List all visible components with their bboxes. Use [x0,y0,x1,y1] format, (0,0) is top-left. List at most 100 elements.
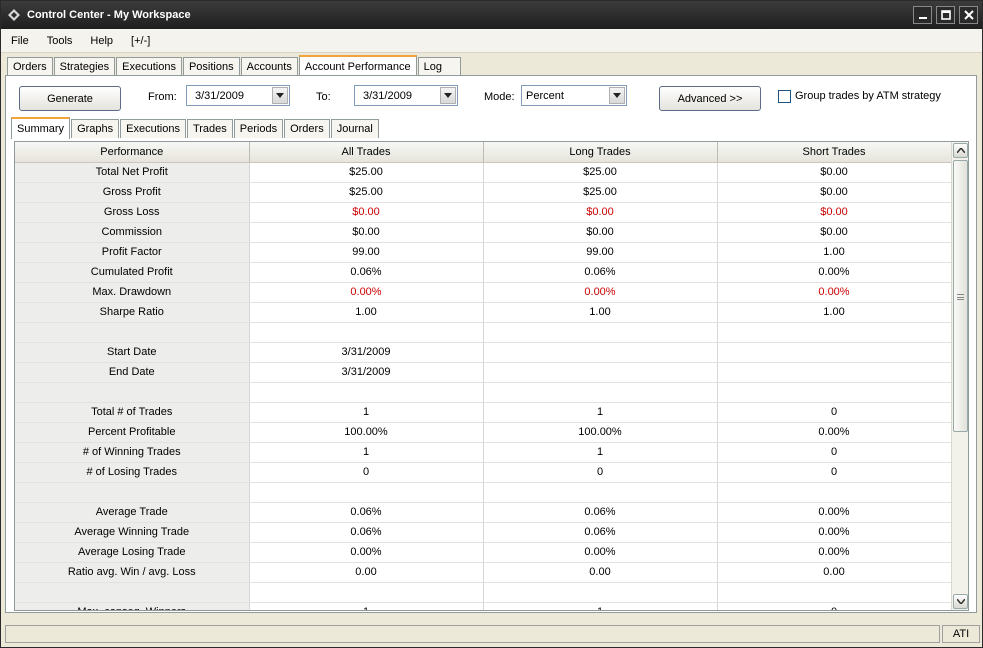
table-cell: $0.00 [717,202,952,223]
table-cell [717,482,952,503]
table-cell: $0.00 [249,202,484,223]
column-header[interactable]: Performance [15,142,250,163]
chevron-down-icon[interactable] [440,87,456,104]
tab-executions[interactable]: Executions [116,57,182,76]
row-label: Average Trade [15,502,250,523]
table-cell: 0 [717,602,952,610]
table-row: Sharpe Ratio 1.00 1.00 1.00 [15,302,952,323]
table-cell: 0.06% [483,502,718,523]
row-label: End Date [15,362,250,383]
table-row: End Date 3/31/2009 [15,362,952,383]
tab-journal[interactable]: Journal [330,119,379,138]
row-label: Total # of Trades [15,402,250,423]
table-row: # of Winning Trades 1 1 0 [15,442,952,463]
row-label: # of Losing Trades [15,462,250,483]
table-cell: 0.06% [249,262,484,283]
scroll-thumb[interactable] [953,160,968,432]
table-cell [717,382,952,403]
tab-log[interactable]: Log [417,57,461,76]
table-cell: $25.00 [483,182,718,203]
table-row: Start Date 3/31/2009 [15,342,952,363]
table-cell: 100.00% [483,422,718,443]
menu-tools[interactable]: Tools [39,35,81,47]
table-cell: 0 [483,462,718,483]
table-row: # of Losing Trades 0 0 0 [15,462,952,483]
maximize-icon [940,10,951,20]
row-label: Sharpe Ratio [15,302,250,323]
tab-account-performance[interactable]: Account Performance [298,55,417,77]
control-center-window: Control Center - My Workspace File Tools… [0,0,983,648]
table-cell: 100.00% [249,422,484,443]
connection-status: ATI [942,625,980,643]
table-cell: 0.00 [483,562,718,583]
close-button[interactable] [959,6,978,24]
tab-positions[interactable]: Positions [182,57,240,76]
group-trades-checkbox[interactable] [778,90,791,103]
table-cell: 0 [717,462,952,483]
tab-accounts[interactable]: Accounts [240,57,298,76]
table-cell: 1 [483,442,718,463]
to-date-value: 3/31/2009 [363,89,412,102]
row-label: Gross Profit [15,182,250,203]
tab-executions-sub[interactable]: Executions [120,119,186,138]
tab-summary[interactable]: Summary [11,117,71,139]
table-cell: 0.00% [717,542,952,563]
table-cell: 0.06% [249,522,484,543]
table-cell: 1 [249,442,484,463]
table-cell [483,342,718,363]
table-cell [483,362,718,383]
table-cell: 0.00% [249,282,484,303]
row-label: Average Losing Trade [15,542,250,563]
table-cell: $0.00 [249,222,484,243]
scroll-up-button[interactable] [953,143,968,158]
table-cell: $0.00 [483,222,718,243]
table-row: Cumulated Profit 0.06% 0.06% 0.00% [15,262,952,283]
menu-help[interactable]: Help [82,35,121,47]
from-date-picker[interactable]: 3/31/2009 [186,85,290,106]
grip-icon [957,294,964,300]
chevron-down-icon[interactable] [272,87,288,104]
table-cell: 0.06% [249,502,484,523]
tab-graphs[interactable]: Graphs [71,119,120,138]
title-bar[interactable]: Control Center - My Workspace [1,1,982,29]
window-title: Control Center - My Workspace [27,9,191,21]
table-cell: 0.00% [483,282,718,303]
tab-trades[interactable]: Trades [186,119,233,138]
table-row: Ratio avg. Win / avg. Loss 0.00 0.00 0.00 [15,562,952,583]
app-logo-icon [7,8,21,22]
minimize-icon [918,17,927,19]
scroll-down-button[interactable] [953,594,968,609]
table-cell: $0.00 [483,202,718,223]
mode-value: Percent [526,89,564,102]
maximize-button[interactable] [936,6,955,24]
column-header[interactable]: All Trades [249,142,484,163]
menu-expand-toggle[interactable]: [+/-] [123,35,158,47]
column-header[interactable]: Short Trades [717,142,952,163]
minimize-button[interactable] [913,6,932,24]
generate-button[interactable]: Generate [19,86,121,111]
tab-strategies[interactable]: Strategies [53,57,116,76]
table-cell: 1 [249,402,484,423]
row-label: Commission [15,222,250,243]
table-cell [483,482,718,503]
tab-periods[interactable]: Periods [233,119,284,138]
table-row: Average Winning Trade 0.06% 0.06% 0.00% [15,522,952,543]
group-trades-label: Group trades by ATM strategy [795,90,941,102]
advanced-button[interactable]: Advanced >> [659,86,761,111]
table-cell: 99.00 [249,242,484,263]
table-cell: $0.00 [717,222,952,243]
table-cell [249,482,484,503]
menu-file[interactable]: File [3,35,37,47]
chevron-down-icon[interactable] [609,87,625,104]
table-cell: 3/31/2009 [249,362,484,383]
table-cell: 0 [249,462,484,483]
vertical-scrollbar[interactable] [951,142,968,610]
to-date-picker[interactable]: 3/31/2009 [354,85,458,106]
mode-select[interactable]: Percent [521,85,627,106]
column-header[interactable]: Long Trades [483,142,718,163]
tab-orders[interactable]: Orders [7,57,53,76]
tab-orders-sub[interactable]: Orders [284,119,330,138]
table-cell [249,382,484,403]
table-row: Average Losing Trade 0.00% 0.00% 0.00% [15,542,952,563]
row-label: Max. Drawdown [15,282,250,303]
